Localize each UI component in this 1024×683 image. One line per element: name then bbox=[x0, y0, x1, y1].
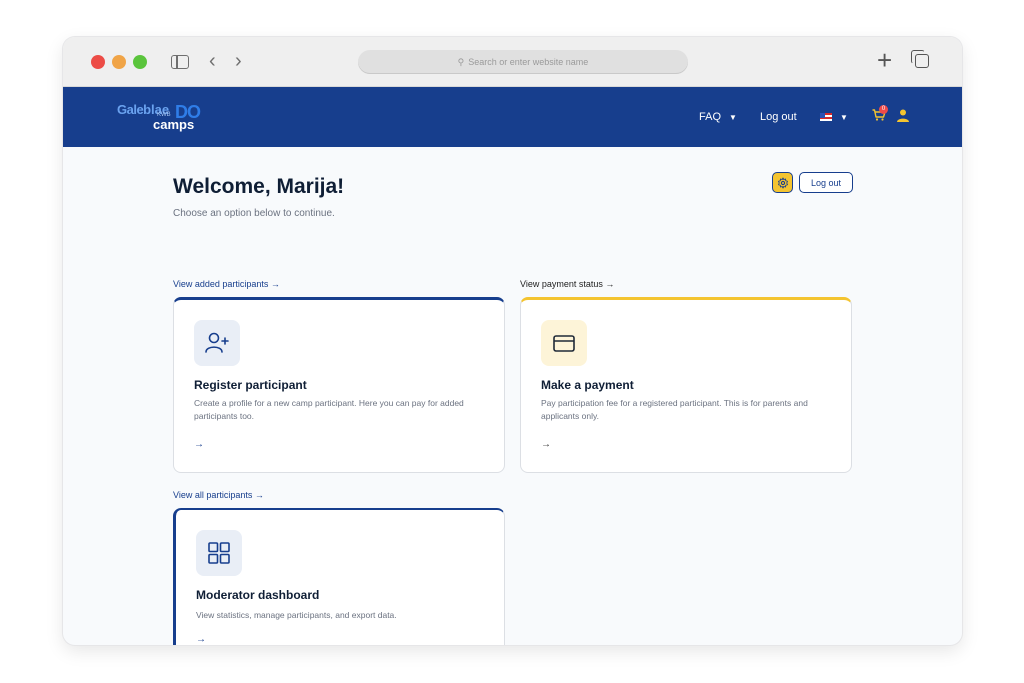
main-content: Welcome, Marija! Choose an option below … bbox=[63, 147, 962, 645]
register-icon-box bbox=[194, 320, 240, 366]
address-bar[interactable]: ⚲ Search or enter website name bbox=[358, 50, 688, 74]
browser-window: ‹ › ⚲ Search or enter website name + Gal… bbox=[63, 37, 962, 645]
dashboard-icon-box bbox=[196, 530, 242, 576]
back-icon[interactable]: ‹ bbox=[209, 50, 216, 72]
arrow-right-icon[interactable]: → bbox=[196, 634, 206, 645]
header-logout-label: Log out bbox=[760, 111, 797, 123]
address-bar-placeholder: Search or enter website name bbox=[468, 57, 589, 67]
view-added-participants-link[interactable]: View added participants → bbox=[173, 279, 280, 289]
card-title: Moderator dashboard bbox=[196, 588, 320, 602]
search-icon: ⚲ bbox=[457, 56, 465, 67]
language-selector[interactable]: ▼ bbox=[820, 87, 848, 147]
faq-label: FAQ bbox=[699, 111, 722, 123]
card-description: View statistics, manage participants, an… bbox=[196, 610, 397, 620]
arrow-right-icon[interactable]: → bbox=[541, 439, 551, 450]
card-description: Pay participation fee for a registered p… bbox=[541, 398, 808, 421]
user-icon[interactable] bbox=[897, 109, 909, 122]
flag-us-icon bbox=[820, 113, 832, 121]
card-title: Register participant bbox=[194, 378, 307, 392]
site-header: Galeb lae KWB DO camps FAQ ▼ Log out ▼ 0 bbox=[63, 87, 962, 147]
caret-down-icon: ▼ bbox=[729, 112, 737, 122]
gear-icon bbox=[777, 177, 788, 188]
grid-icon bbox=[208, 542, 230, 564]
settings-button[interactable] bbox=[772, 172, 793, 193]
caret-down-icon: ▼ bbox=[840, 112, 848, 122]
minimize-window-button[interactable] bbox=[112, 55, 126, 69]
cart-badge: 0 bbox=[879, 105, 888, 114]
page-title: Welcome, Marija! bbox=[173, 175, 345, 198]
register-participant-card[interactable]: Register participant Create a profile fo… bbox=[173, 297, 505, 473]
sidebar-icon[interactable] bbox=[171, 55, 189, 69]
tabs-icon[interactable] bbox=[911, 50, 929, 68]
moderator-dashboard-card[interactable]: Moderator dashboard View statistics, man… bbox=[173, 508, 505, 645]
user-plus-icon bbox=[205, 332, 229, 353]
forward-icon[interactable]: › bbox=[235, 50, 242, 72]
arrow-right-icon[interactable]: → bbox=[194, 439, 204, 450]
logout-button[interactable]: Log out bbox=[799, 172, 853, 193]
logo[interactable]: Galeb lae KWB DO camps bbox=[117, 102, 207, 134]
browser-toolbar: ‹ › ⚲ Search or enter website name + bbox=[63, 37, 962, 87]
payment-icon-box bbox=[541, 320, 587, 366]
close-window-button[interactable] bbox=[91, 55, 105, 69]
page-subtitle: Choose an option below to continue. bbox=[173, 208, 335, 219]
view-all-participants-link[interactable]: View all participants → bbox=[173, 490, 264, 500]
plus-icon[interactable]: + bbox=[877, 47, 892, 73]
header-logout-link[interactable]: Log out bbox=[760, 87, 797, 147]
make-payment-card[interactable]: Make a payment Pay participation fee for… bbox=[520, 297, 852, 473]
card-title: Make a payment bbox=[541, 378, 634, 392]
credit-card-icon bbox=[553, 335, 575, 352]
view-payment-status-link[interactable]: View payment status → bbox=[520, 279, 614, 289]
maximize-window-button[interactable] bbox=[133, 55, 147, 69]
faq-menu[interactable]: FAQ ▼ bbox=[699, 87, 737, 147]
card-description: Create a profile for a new camp particip… bbox=[194, 398, 464, 421]
